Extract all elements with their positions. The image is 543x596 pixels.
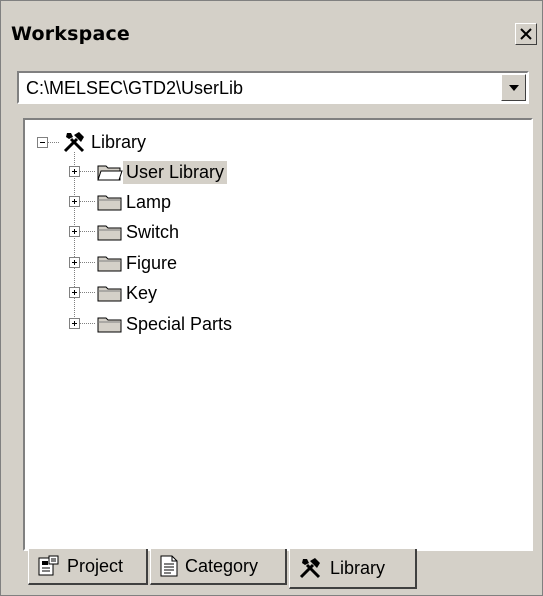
- dropdown-arrow-button[interactable]: [501, 74, 526, 101]
- tab-label: Library: [330, 557, 386, 578]
- tree-item-label: Switch: [126, 221, 180, 242]
- tree-item-label: Key: [126, 282, 158, 303]
- tools-icon: [63, 132, 85, 153]
- tab-project[interactable]: Project: [28, 549, 148, 585]
- tree-root-library[interactable]: Library: [62, 129, 149, 155]
- tree-item-special-parts[interactable]: Special Parts: [97, 311, 235, 337]
- tree-item-key[interactable]: Key: [97, 280, 160, 306]
- workspace-window: Workspace C:\MELSEC\GTD2\UserLib Library…: [0, 0, 543, 596]
- tools-icon: [299, 558, 321, 579]
- close-icon: [520, 28, 532, 40]
- tab-label: Project: [67, 555, 124, 576]
- tree-item-lamp[interactable]: Lamp: [97, 189, 174, 215]
- tree-item-user-library[interactable]: User Library: [97, 159, 228, 185]
- tree-item-label: Figure: [126, 252, 178, 273]
- folder-icon: [97, 256, 122, 272]
- tab-category[interactable]: Category: [150, 549, 287, 585]
- tab-library[interactable]: Library: [289, 549, 417, 589]
- workspace-tabs: Project Category Library: [23, 549, 533, 593]
- tree-item-label: User Library: [123, 160, 228, 184]
- library-tree[interactable]: Library User Library Lamp Switch Figure …: [23, 118, 533, 551]
- library-path-value: C:\MELSEC\GTD2\UserLib: [26, 78, 244, 98]
- tree-item-figure[interactable]: Figure: [97, 250, 180, 276]
- document-icon: [160, 555, 178, 577]
- tab-label: Category: [185, 555, 259, 576]
- chevron-down-icon: [509, 85, 519, 91]
- title-bar: Workspace: [1, 1, 542, 56]
- folder-icon: [97, 317, 122, 333]
- tree-item-switch[interactable]: Switch: [97, 219, 182, 245]
- tree-item-label: Special Parts: [126, 313, 233, 334]
- tree-root-label: Library: [91, 131, 147, 152]
- project-icon: [38, 555, 59, 576]
- folder-icon: [97, 286, 122, 302]
- tree-item-label: Lamp: [126, 191, 172, 212]
- window-title: Workspace: [11, 23, 131, 45]
- folder-icon: [97, 195, 122, 211]
- library-path-dropdown[interactable]: C:\MELSEC\GTD2\UserLib: [17, 71, 529, 104]
- close-button[interactable]: [515, 23, 537, 45]
- folder-open-icon: [97, 165, 123, 181]
- folder-icon: [97, 225, 122, 241]
